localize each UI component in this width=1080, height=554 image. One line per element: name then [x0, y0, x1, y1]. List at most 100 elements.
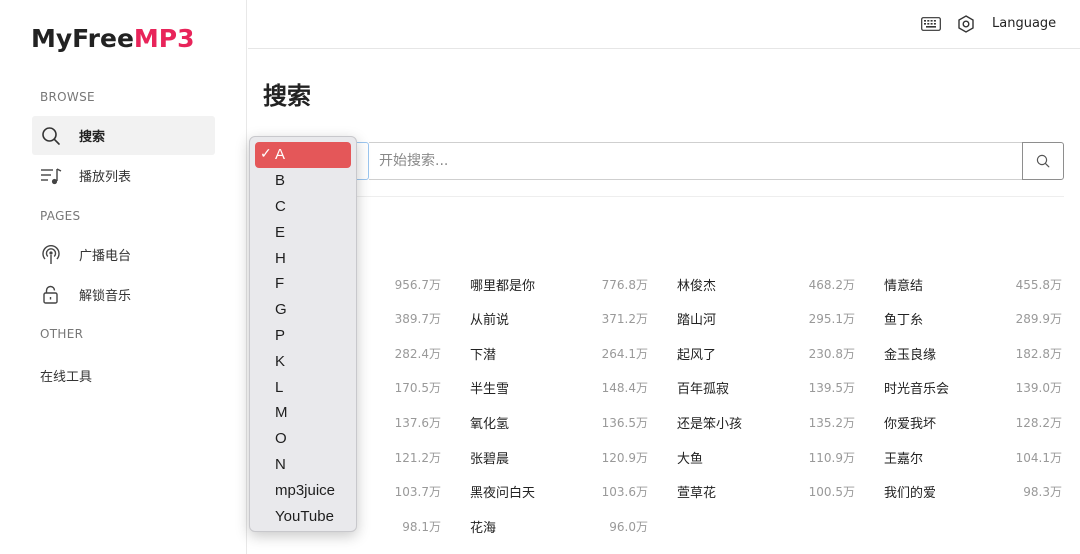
- unlock-icon: [40, 284, 62, 306]
- hot-search-count: 139.0万: [1015, 381, 1062, 396]
- hot-search-name[interactable]: 下潜: [470, 344, 496, 363]
- dropdown-option-label: YouTube: [275, 507, 334, 525]
- hot-search-count: 128.2万: [1015, 415, 1062, 430]
- hot-search-item[interactable]: 情意结 455.8万: [884, 267, 1062, 301]
- hot-search-count: 776.8万: [601, 277, 648, 292]
- hot-search-name[interactable]: 踏山河: [677, 309, 716, 328]
- hot-search-count: 98.3万: [1023, 485, 1062, 500]
- dropdown-option[interactable]: M: [250, 400, 356, 426]
- sidebar-item-label: 广播电台: [79, 249, 132, 264]
- hot-search-name[interactable]: 花海: [470, 517, 496, 536]
- hot-search-name[interactable]: 林俊杰: [677, 275, 716, 294]
- hot-search-item[interactable]: 时光音乐会 139.0万: [884, 371, 1062, 405]
- hot-search-count: 282.4万: [394, 346, 441, 361]
- hot-search-count: 98.1万: [402, 519, 441, 534]
- hot-search-item[interactable]: 大鱼 110.9万: [677, 440, 855, 474]
- settings-icon[interactable]: [955, 13, 977, 35]
- language-menu[interactable]: Language: [992, 16, 1056, 31]
- sidebar-item-radio[interactable]: 广播电台: [32, 235, 215, 274]
- dropdown-option[interactable]: G: [250, 297, 356, 323]
- hot-search-name[interactable]: 氧化氢: [470, 413, 509, 432]
- dropdown-option-label: C: [275, 197, 286, 215]
- hot-search-count: 264.1万: [601, 346, 648, 361]
- hot-search-item[interactable]: 金玉良缘 182.8万: [884, 336, 1062, 370]
- hot-search-name[interactable]: 还是笨小孩: [677, 413, 742, 432]
- hot-search-item[interactable]: 花海 96.0万: [470, 509, 648, 543]
- hot-search-count: 135.2万: [808, 415, 855, 430]
- dropdown-option[interactable]: O: [250, 426, 356, 452]
- dropdown-option[interactable]: F: [250, 271, 356, 297]
- hot-search-name[interactable]: 情意结: [884, 275, 923, 294]
- hot-search-name[interactable]: 百年孤寂: [677, 378, 729, 397]
- hot-search-count: 103.6万: [601, 485, 648, 500]
- dropdown-option-label: mp3juice: [275, 481, 336, 499]
- dropdown-option[interactable]: ✓ A: [255, 142, 351, 168]
- sidebar-item-search[interactable]: 搜索: [32, 116, 215, 155]
- hot-search-item[interactable]: 下潜 264.1万: [470, 336, 648, 370]
- hot-search-count: 100.5万: [808, 485, 855, 500]
- hot-search-name[interactable]: 哪里都是你: [470, 275, 535, 294]
- hot-search-item[interactable]: 起风了 230.8万: [677, 336, 855, 370]
- dropdown-option-label: N: [275, 455, 286, 473]
- hot-search-name[interactable]: 萱草花: [677, 482, 716, 501]
- hot-search-name[interactable]: 我们的爱: [884, 482, 936, 501]
- hot-search-name[interactable]: 你爱我坏: [884, 413, 936, 432]
- hot-search-name[interactable]: 半生雪: [470, 378, 509, 397]
- dropdown-option[interactable]: P: [250, 323, 356, 349]
- keyboard-icon[interactable]: [920, 13, 942, 35]
- hot-search-count: 148.4万: [601, 381, 648, 396]
- sidebar-item-label: 播放列表: [79, 170, 132, 185]
- hot-search-name[interactable]: 王嘉尔: [884, 448, 923, 467]
- dropdown-option-label: M: [275, 404, 288, 422]
- dropdown-option-label: P: [275, 326, 286, 344]
- hot-search-item[interactable]: 你爱我坏 128.2万: [884, 405, 1062, 439]
- dropdown-option[interactable]: N: [250, 452, 356, 478]
- hot-search-name[interactable]: 鱼丁糸: [884, 309, 923, 328]
- hot-search-count: 103.7万: [394, 485, 441, 500]
- hot-search-item[interactable]: 萱草花 100.5万: [677, 475, 855, 509]
- hot-search-item[interactable]: 半生雪 148.4万: [470, 371, 648, 405]
- dropdown-option[interactable]: H: [250, 245, 356, 271]
- dropdown-option[interactable]: K: [250, 348, 356, 374]
- hot-search-item[interactable]: 鱼丁糸 289.9万: [884, 302, 1062, 336]
- hot-search-item[interactable]: 氧化氢 136.5万: [470, 405, 648, 439]
- hot-search-item[interactable]: 张碧晨 120.9万: [470, 440, 648, 474]
- hot-search-item[interactable]: 从前说 371.2万: [470, 302, 648, 336]
- search-button[interactable]: [1022, 142, 1064, 180]
- dropdown-option-label: E: [275, 223, 286, 241]
- hot-search-item[interactable]: 我们的爱 98.3万: [884, 475, 1062, 509]
- hot-search-name[interactable]: 大鱼: [677, 448, 703, 467]
- sidebar-item-online-tools[interactable]: 在线工具: [40, 366, 92, 385]
- hot-search-item[interactable]: 王嘉尔 104.1万: [884, 440, 1062, 474]
- dropdown-option[interactable]: L: [250, 374, 356, 400]
- hot-search-name[interactable]: 金玉良缘: [884, 344, 936, 363]
- dropdown-option-label: L: [275, 378, 284, 396]
- sidebar-item-unlock[interactable]: 解锁音乐: [32, 275, 215, 314]
- hot-search-item[interactable]: 百年孤寂 139.5万: [677, 371, 855, 405]
- dropdown-option-label: G: [275, 301, 287, 319]
- hot-search-count: 182.8万: [1015, 346, 1062, 361]
- hot-search-count: 371.2万: [601, 312, 648, 327]
- search-input[interactable]: [369, 142, 1023, 180]
- hot-search-name[interactable]: 起风了: [677, 344, 716, 363]
- app-logo[interactable]: MyFreeMP3: [31, 24, 195, 53]
- hot-search-count: 96.0万: [609, 519, 648, 534]
- hot-search-name[interactable]: 张碧晨: [470, 448, 509, 467]
- hot-search-name[interactable]: 黑夜问白天: [470, 482, 535, 501]
- hot-search-item[interactable]: 哪里都是你 776.8万: [470, 267, 648, 301]
- dropdown-option[interactable]: YouTube: [250, 503, 356, 529]
- dropdown-option[interactable]: C: [250, 194, 356, 220]
- dropdown-option[interactable]: B: [250, 168, 356, 194]
- hot-search-item[interactable]: 踏山河 295.1万: [677, 302, 855, 336]
- checkmark-icon: ✓: [260, 145, 272, 161]
- dropdown-option[interactable]: E: [250, 219, 356, 245]
- hot-search-item[interactable]: 还是笨小孩 135.2万: [677, 405, 855, 439]
- hot-search-name[interactable]: 从前说: [470, 309, 509, 328]
- hot-search-count: 110.9万: [808, 450, 855, 465]
- dropdown-option[interactable]: mp3juice: [250, 477, 356, 503]
- hot-search-item[interactable]: 黑夜问白天 103.6万: [470, 475, 648, 509]
- sidebar-item-playlist[interactable]: 播放列表: [32, 156, 215, 195]
- hot-search-count: 468.2万: [808, 277, 855, 292]
- hot-search-name[interactable]: 时光音乐会: [884, 378, 949, 397]
- hot-search-item[interactable]: 林俊杰 468.2万: [677, 267, 855, 301]
